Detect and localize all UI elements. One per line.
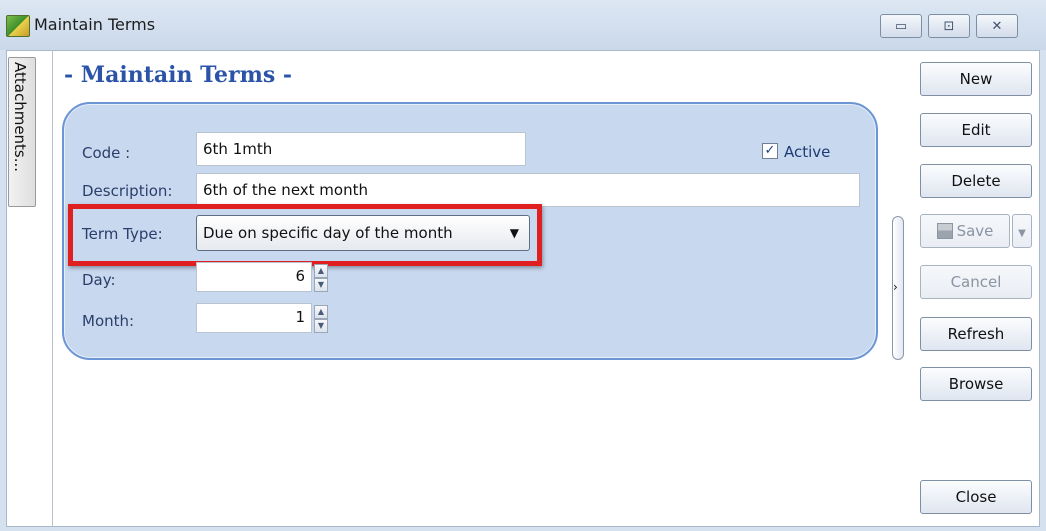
chevron-down-icon: ▼: [1018, 228, 1026, 239]
day-label: Day:: [82, 271, 116, 289]
divider: [52, 50, 53, 527]
attachments-tab[interactable]: Attachments...: [8, 57, 36, 207]
chevron-right-icon: ›: [893, 280, 898, 294]
checkmark-icon: ✓: [764, 143, 776, 158]
save-button[interactable]: Save: [920, 214, 1010, 248]
day-down-icon[interactable]: ▼: [314, 278, 328, 292]
month-label: Month:: [82, 312, 135, 330]
description-label: Description:: [82, 182, 173, 200]
month-up-icon[interactable]: ▲: [314, 305, 328, 319]
refresh-button[interactable]: Refresh: [920, 317, 1032, 351]
code-label: Code :: [82, 144, 131, 162]
minimize-icon: ▭: [894, 18, 908, 34]
attachments-tab-label: Attachments...: [11, 62, 29, 173]
code-field[interactable]: 6th 1mth: [196, 132, 526, 166]
save-disk-icon: [936, 223, 953, 239]
page-title: - Maintain Terms -: [64, 62, 293, 88]
maximize-button[interactable]: ⊡: [928, 14, 970, 38]
description-field[interactable]: 6th of the next month: [196, 173, 860, 207]
save-button-label: Save: [956, 222, 994, 240]
month-field[interactable]: 1: [196, 303, 312, 333]
app-icon: [6, 15, 30, 37]
new-button[interactable]: New: [920, 62, 1032, 96]
highlight-box: [68, 204, 542, 266]
save-dropdown-button[interactable]: ▼: [1012, 214, 1032, 248]
active-label: Active: [784, 143, 831, 161]
day-up-icon[interactable]: ▲: [314, 264, 328, 278]
edit-button[interactable]: Edit: [920, 113, 1032, 147]
close-icon: ✕: [991, 18, 1003, 34]
close-window-button[interactable]: ✕: [976, 14, 1018, 38]
month-down-icon[interactable]: ▼: [314, 319, 328, 333]
close-button[interactable]: Close: [920, 480, 1032, 514]
maximize-icon: ⊡: [943, 18, 955, 34]
window-title: Maintain Terms: [34, 15, 156, 34]
delete-button[interactable]: Delete: [920, 164, 1032, 198]
browse-button[interactable]: Browse: [920, 367, 1032, 401]
minimize-button[interactable]: ▭: [880, 14, 922, 38]
day-field[interactable]: 6: [196, 262, 312, 292]
active-checkbox[interactable]: ✓: [762, 143, 778, 159]
cancel-button[interactable]: Cancel: [920, 265, 1032, 299]
